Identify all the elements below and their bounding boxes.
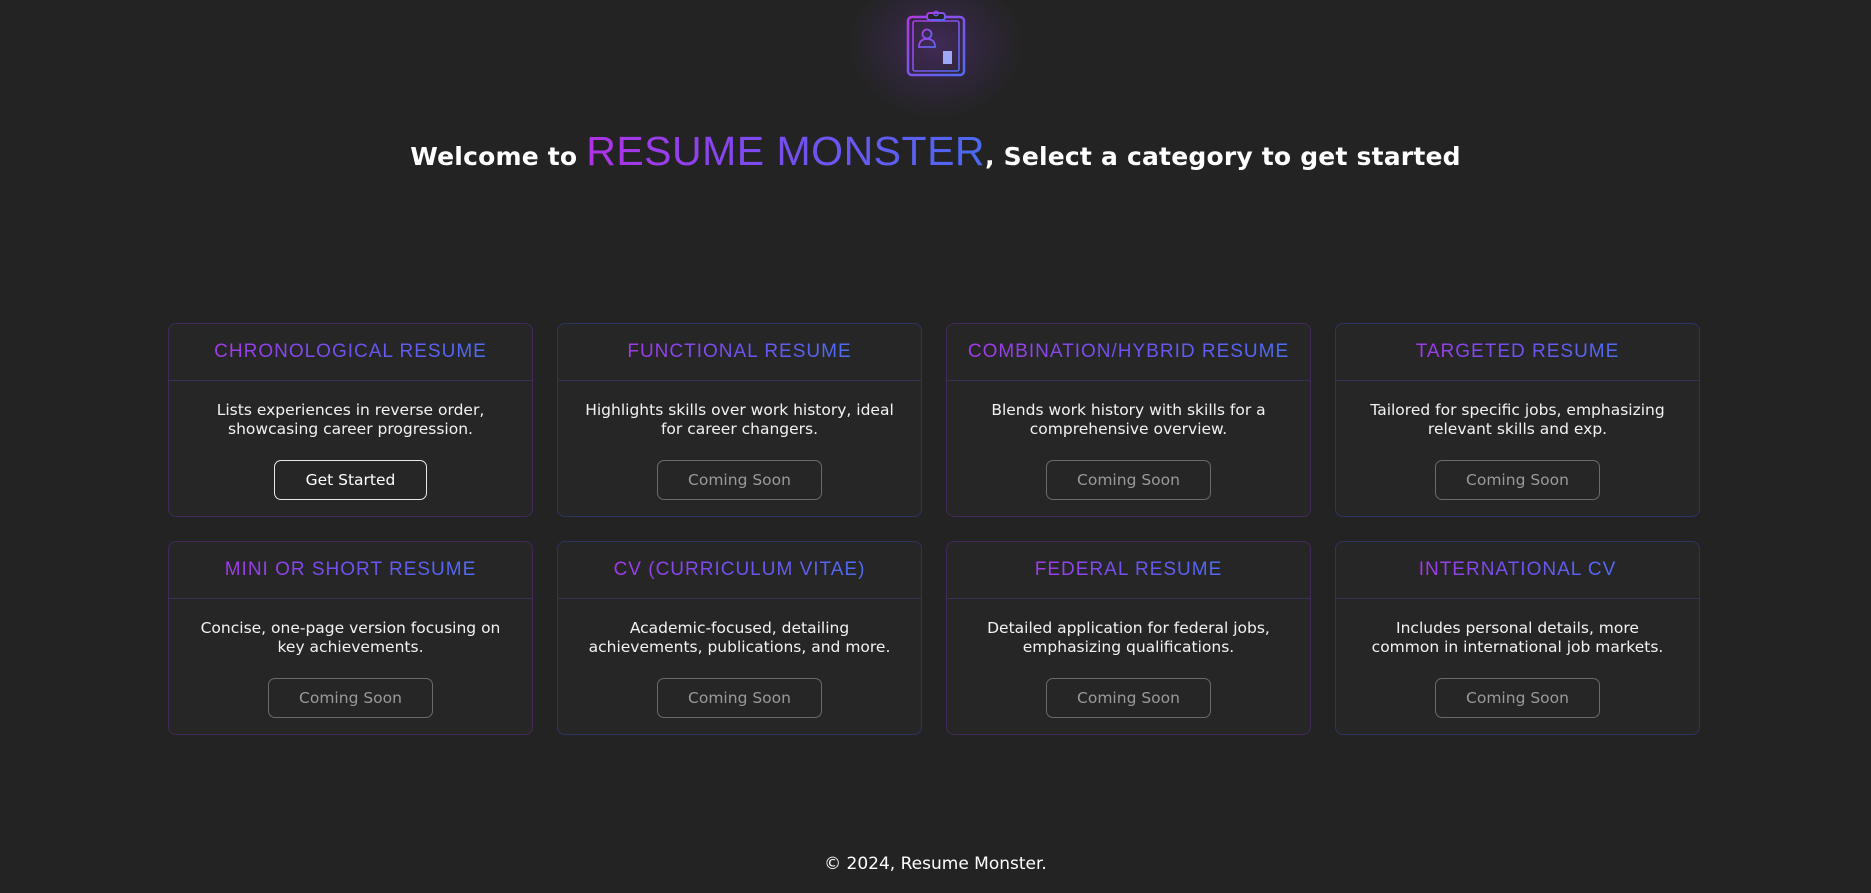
coming-soon-button[interactable]: Coming Soon [268,678,433,718]
category-card-functional: FUNCTIONAL RESUME Highlights skills over… [557,323,922,517]
coming-soon-button[interactable]: Coming Soon [1435,678,1600,718]
card-title-text: COMBINATION/HYBRID RESUME [967,341,1290,362]
logo-area [0,0,1871,120]
card-description: Detailed application for federal jobs, e… [987,619,1270,656]
coming-soon-button[interactable]: Coming Soon [1435,460,1600,500]
card-title: CV (CURRICULUM VITAE) [558,542,921,599]
category-card-international-cv: INTERNATIONAL CV Includes personal detai… [1335,541,1700,735]
footer-copyright: © 2024, Resume Monster. [824,854,1047,874]
card-title: INTERNATIONAL CV [1336,542,1699,599]
category-card-mini-short: MINI OR SHORT RESUME Concise, one-page v… [168,541,533,735]
category-card-cv: CV (CURRICULUM VITAE) Academic-focused, … [557,541,922,735]
card-description: Concise, one-page version focusing on ke… [200,619,501,656]
welcome-prefix: Welcome to [410,142,587,171]
card-title-text: FUNCTIONAL RESUME [627,341,852,362]
card-title-text: INTERNATIONAL CV [1418,559,1617,580]
category-card-chronological: CHRONOLOGICAL RESUME Lists experiences i… [168,323,533,517]
coming-soon-button[interactable]: Coming Soon [657,460,822,500]
welcome-heading: Welcome to RESUME MONSTER, Select a cate… [0,128,1871,175]
coming-soon-button[interactable]: Coming Soon [1046,678,1211,718]
card-title: CHRONOLOGICAL RESUME [169,324,532,381]
card-title-text: CV (CURRICULUM VITAE) [613,559,866,580]
resume-clipboard-icon [906,10,965,77]
card-description: Academic-focused, detailing achievements… [588,619,891,656]
welcome-suffix: , Select a category to get started [985,142,1461,171]
card-title-text: CHRONOLOGICAL RESUME [214,341,487,362]
get-started-button[interactable]: Get Started [274,460,427,500]
card-description: Includes personal details, more common i… [1371,619,1664,656]
card-description: Lists experiences in reverse order, show… [216,401,485,438]
card-description: Tailored for specific jobs, emphasizing … [1370,401,1665,438]
card-title: COMBINATION/HYBRID RESUME [947,324,1310,381]
category-card-targeted: TARGETED RESUME Tailored for specific jo… [1335,323,1700,517]
card-title: MINI OR SHORT RESUME [169,542,532,599]
category-card-federal: FEDERAL RESUME Detailed application for … [946,541,1311,735]
category-grid: CHRONOLOGICAL RESUME Lists experiences i… [168,323,1700,735]
card-description: Blends work history with skills for a co… [991,401,1266,438]
card-title-text: MINI OR SHORT RESUME [224,559,477,580]
coming-soon-button[interactable]: Coming Soon [1046,460,1211,500]
card-title-text: FEDERAL RESUME [1034,559,1223,580]
card-title: TARGETED RESUME [1336,324,1699,381]
brand-name: RESUME MONSTER [586,128,986,174]
category-card-combination-hybrid: COMBINATION/HYBRID RESUME Blends work hi… [946,323,1311,517]
card-title: FEDERAL RESUME [947,542,1310,599]
card-title-text: TARGETED RESUME [1415,341,1620,362]
coming-soon-button[interactable]: Coming Soon [657,678,822,718]
card-title: FUNCTIONAL RESUME [558,324,921,381]
card-description: Highlights skills over work history, ide… [585,401,894,438]
